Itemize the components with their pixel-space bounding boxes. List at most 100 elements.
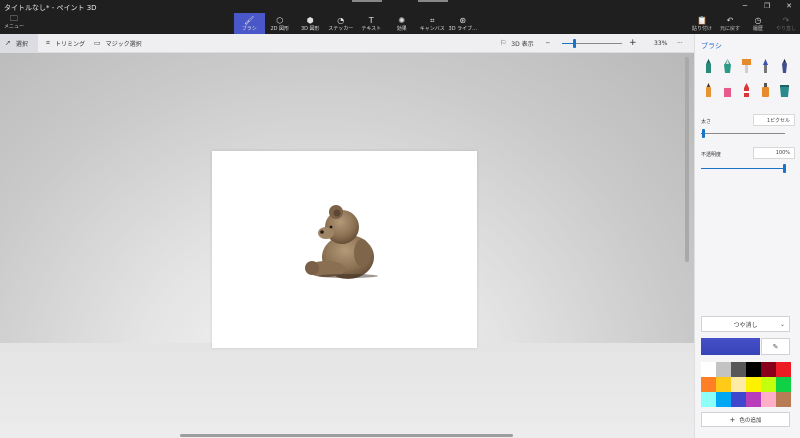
calligraphy-pen-icon[interactable] [721,58,734,74]
tool-label: 2D 図形 [270,25,290,32]
color-swatch[interactable] [701,377,716,392]
tool-label: ブラシ [241,25,257,32]
pencil-icon[interactable] [702,82,715,98]
opacity-label: 不透明度 [701,152,722,158]
thickness-label: 太さ [701,119,712,125]
color-palette [701,362,791,407]
opacity-slider[interactable] [701,164,786,173]
folder-icon: 🗀 [10,14,18,23]
tool-2d-shapes[interactable]: ⬡ 2D 図形 [265,13,296,34]
color-swatch[interactable] [731,377,746,392]
oil-brush-icon[interactable] [740,58,753,74]
undo-label: 元に戻す [719,25,740,32]
tool-label: 効果 [396,25,407,32]
menu-button[interactable]: 🗀 メニュー [4,14,24,32]
ribbon-right-tools: 📋 貼り付け ↶ 元に戻す ◷ 履歴 ↷ やり直し [688,13,800,34]
history-button[interactable]: ◷ 履歴 [744,13,772,34]
brushes-panel: ブラシ 太さ 1ピクセル 不透明度 100% つや消し ⌄ ✎ + 色の追加 [694,34,800,438]
thickness-slider[interactable] [701,129,785,138]
finish-dropdown[interactable]: つや消し ⌄ [701,316,790,332]
plus-icon: + [729,415,736,424]
color-swatch[interactable] [731,392,746,407]
opacity-field[interactable]: 100% [753,147,795,159]
tool-canvas[interactable]: ⌗ キャンバス [417,13,448,34]
2d-shapes-icon: ⬡ [276,15,284,25]
add-color-button[interactable]: + 色の追加 [701,412,790,427]
eyedropper-button[interactable]: ✎ [761,338,790,355]
color-swatch[interactable] [761,362,776,377]
color-swatch[interactable] [746,362,761,377]
magic-select-button[interactable]: ▭ マジック選択 [94,34,142,52]
pixel-pen-icon[interactable] [778,58,791,74]
tool-text[interactable]: T テキスト [356,13,387,34]
redo-label: やり直し [775,25,796,32]
thickness-field[interactable]: 1ピクセル [753,114,795,126]
color-swatch[interactable] [716,392,731,407]
crayon-icon[interactable] [740,82,753,98]
zoom-in-button[interactable]: + [629,34,637,52]
paste-button[interactable]: 📋 貼り付け [688,13,716,34]
eraser-icon[interactable] [721,82,734,98]
menu-label: メニュー [4,24,25,30]
vertical-scrollbar[interactable] [685,57,689,262]
tool-brushes[interactable]: 🖌 ブラシ [234,13,265,34]
thickness-slider-thumb[interactable] [702,129,705,138]
tool-3d-library[interactable]: ⊛ 3D ライブ... [448,13,479,34]
close-button[interactable]: ✕ [778,0,800,12]
color-swatch[interactable] [776,392,791,407]
redo-button[interactable]: ↷ やり直し [772,13,800,34]
3d-library-icon: ⊛ [459,15,467,25]
tool-3d-shapes[interactable]: ⬢ 3D 図形 [295,13,326,34]
current-color-swatch[interactable] [701,338,760,355]
opacity-slider-fill [701,168,785,169]
minimize-button[interactable]: ─ [734,0,756,12]
history-label: 履歴 [752,25,763,32]
tool-label: テキスト [361,25,382,32]
horizontal-scrollbar[interactable] [180,434,513,437]
color-swatch[interactable] [731,362,746,377]
opacity-slider-thumb[interactable] [783,164,786,173]
fill-bucket-icon[interactable] [778,82,791,98]
crop-icon: ⌗ [46,38,50,47]
select-button[interactable]: ➚ 選択 [0,34,38,52]
more-button[interactable]: ··· [677,34,683,52]
color-swatch[interactable] [776,362,791,377]
color-swatch[interactable] [776,377,791,392]
tool-stickers[interactable]: ◔ ステッカー [326,13,357,34]
zoom-level: 33% [654,39,668,47]
color-swatch[interactable] [746,392,761,407]
color-swatch[interactable] [701,362,716,377]
color-swatch[interactable] [746,377,761,392]
tab-indicator [352,0,382,2]
crop-button[interactable]: ⌗ トリミング [46,34,85,52]
color-swatch[interactable] [716,377,731,392]
tool-label: キャンバス [419,25,445,32]
color-swatch[interactable] [761,377,776,392]
tool-effects[interactable]: ✺ 効果 [387,13,418,34]
text-icon: T [368,15,374,25]
tool-label: 3D ライブ... [448,25,477,32]
3d-shapes-icon: ⬢ [306,15,314,25]
marker-icon[interactable] [702,58,715,74]
undo-icon: ↶ [726,15,734,25]
zoom-slider[interactable] [562,39,622,48]
color-swatch[interactable] [761,392,776,407]
undo-button[interactable]: ↶ 元に戻す [716,13,744,34]
magic-select-icon: ▭ [94,39,101,47]
toolbar: ➚ 選択 ⌗ トリミング ▭ マジック選択 ⚐ 3D 表示 ─ + 33% ··… [0,34,800,53]
color-swatch[interactable] [716,362,731,377]
maximize-button[interactable]: ❐ [756,0,778,12]
view-3d-button[interactable]: ⚐ 3D 表示 [500,34,534,52]
zoom-out-button[interactable]: ─ [546,34,550,52]
paste-icon: 📋 [697,15,707,25]
canvas[interactable] [212,151,477,348]
paste-label: 貼り付け [691,25,712,32]
zoom-slider-thumb[interactable] [573,39,576,48]
tool-label: 3D 図形 [300,25,320,32]
ribbon-tools: 🖌 ブラシ ⬡ 2D 図形 ⬢ 3D 図形 ◔ ステッカー T テキスト ✺ 効果 ⌗ キャンバス ⊛ 3D … [234,13,478,34]
workspace[interactable] [0,53,694,438]
spray-can-icon[interactable] [759,82,772,98]
watercolor-icon[interactable] [759,58,772,74]
stickers-icon: ◔ [337,15,345,25]
color-swatch[interactable] [701,392,716,407]
